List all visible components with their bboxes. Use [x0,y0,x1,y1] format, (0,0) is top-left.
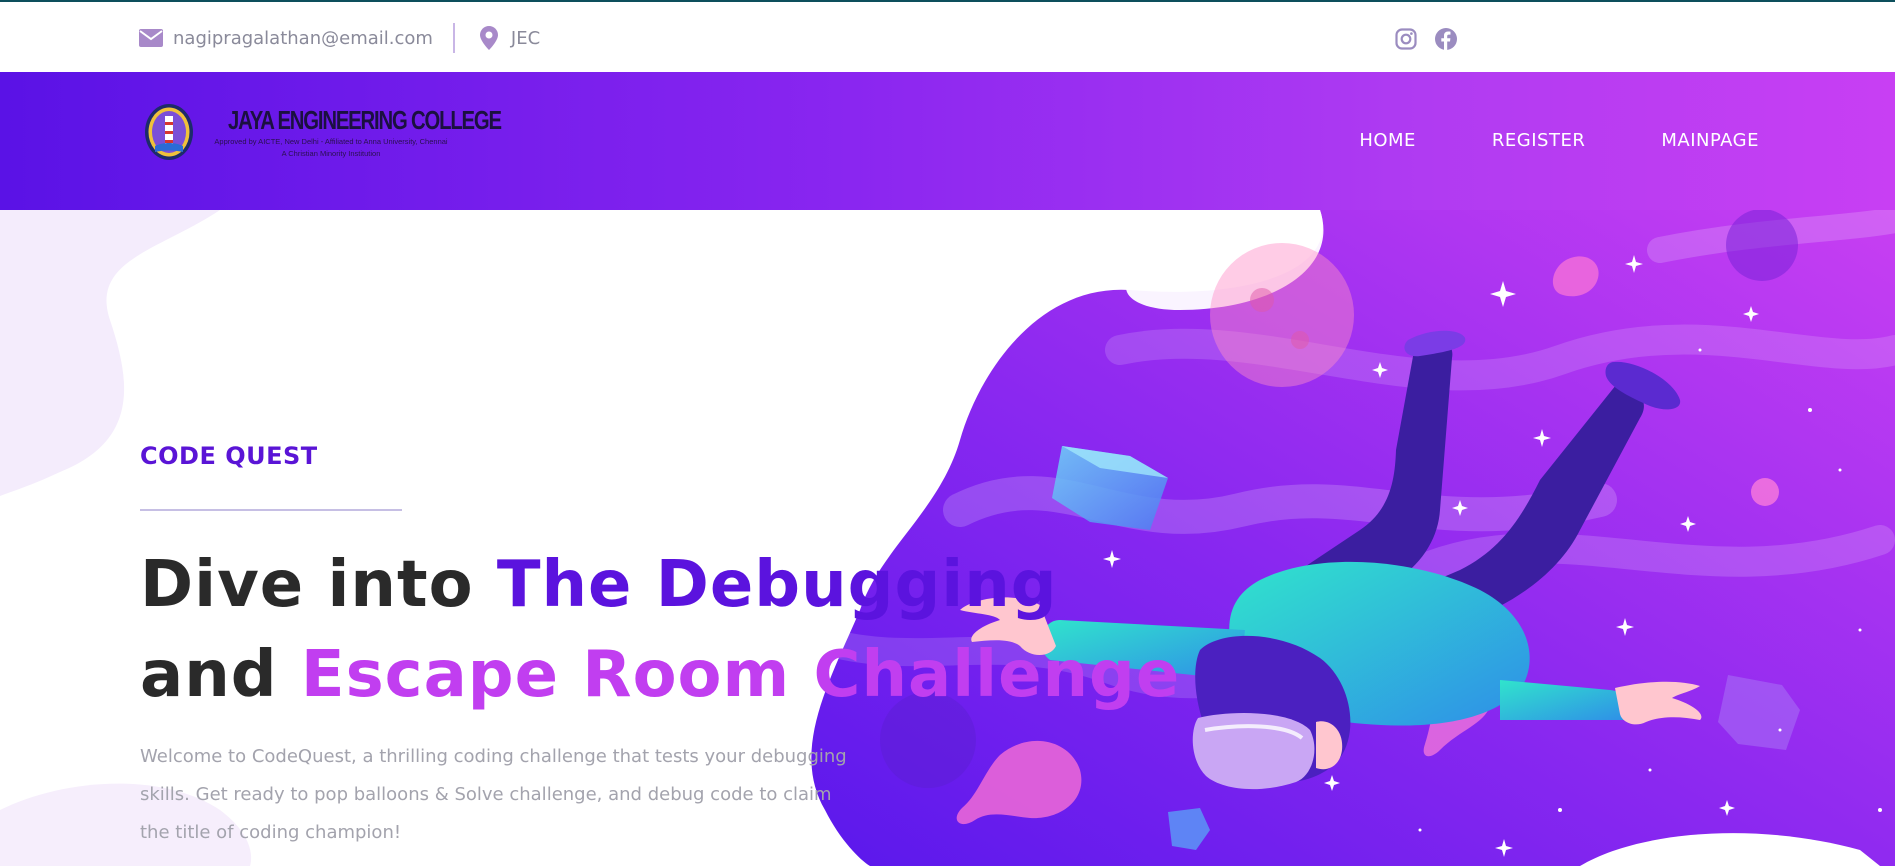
main-header: JAYA ENGINEERING COLLEGE Approved by AIC… [0,72,1895,210]
social-links [1393,26,1459,52]
college-seal-icon [145,104,193,160]
college-affiliation: Approved by AICTE, New Delhi - Affiliate… [214,136,448,146]
contact-email[interactable]: nagipragalathan@email.com [173,28,433,49]
instagram-icon[interactable] [1393,26,1419,52]
top-info-bar: nagipragalathan@email.com JEC [0,0,1895,72]
college-tagline: A Christian Minority Institution [281,148,381,158]
contact-location: JEC [510,27,541,49]
map-pin-icon [477,26,501,50]
nav-mainpage[interactable]: MAINPAGE [1661,130,1759,151]
hero-headline: Dive into The Debugging and Escape Room … [140,540,1179,720]
contact-divider [452,23,455,53]
headline-part-2: and [140,638,301,712]
primary-nav: HOME REGISTER MAINPAGE [1359,130,1759,151]
headline-accent-2: Escape Room Challenge [300,638,1181,712]
college-logo[interactable]: JAYA ENGINEERING COLLEGE Approved by AIC… [143,102,502,162]
hero-description: Welcome to CodeQuest, a thrilling coding… [140,746,847,843]
nav-home[interactable]: HOME [1359,130,1416,151]
nav-register[interactable]: REGISTER [1492,130,1585,151]
hero-section: CODE QUEST Dive into The Debugging and E… [0,210,1895,866]
contact-info: nagipragalathan@email.com JEC [139,22,540,54]
facebook-icon[interactable] [1433,26,1459,52]
hero-eyebrow: CODE QUEST [140,442,318,470]
college-name: JAYA ENGINEERING COLLEGE [228,104,502,135]
headline-part-1: Dive into [140,548,497,622]
headline-accent-1: The Debugging [496,548,1058,622]
hero-divider [140,509,402,511]
envelope-icon [139,26,163,50]
